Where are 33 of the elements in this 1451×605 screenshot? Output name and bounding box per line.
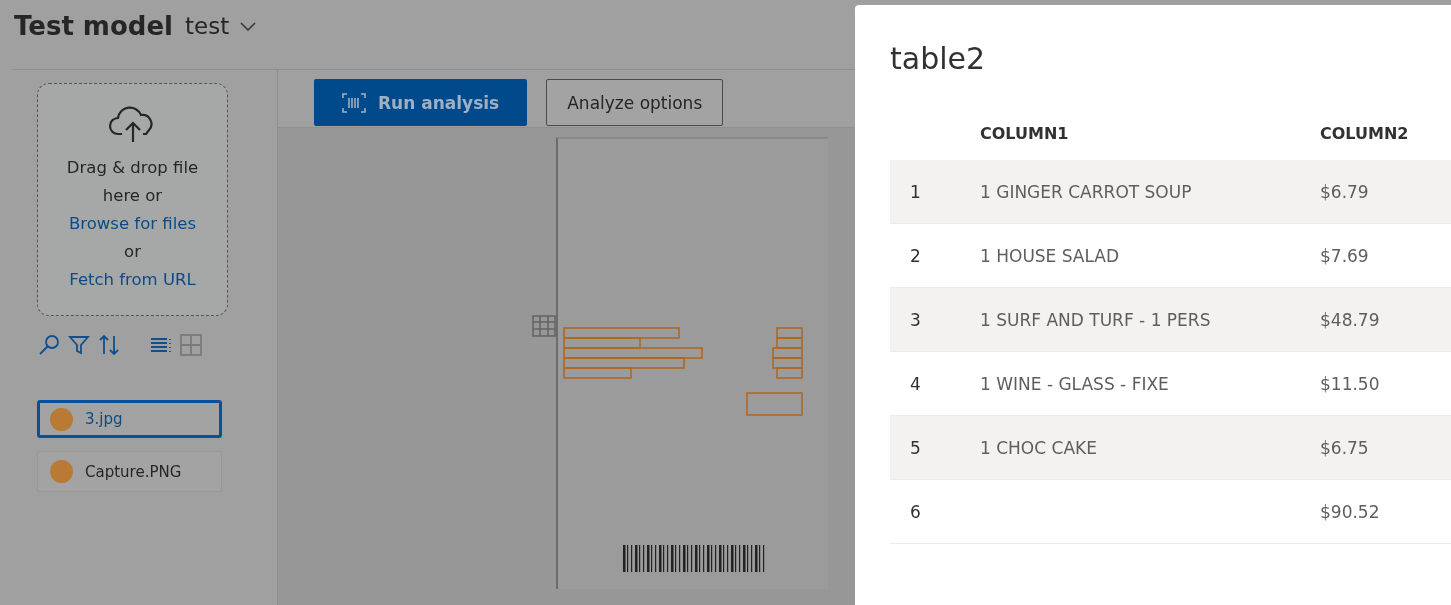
table-icon xyxy=(532,315,556,337)
column-header: COLUMN1 xyxy=(980,124,1070,145)
chevron-down-icon xyxy=(239,20,258,32)
row-number: 1 xyxy=(890,160,980,224)
sort-icon[interactable] xyxy=(97,333,121,357)
table-cell: $48.79 xyxy=(1320,288,1451,352)
browse-link[interactable]: Browse for files xyxy=(69,209,196,238)
panel-title: table2 xyxy=(890,41,987,76)
file-name: Capture.PNG xyxy=(85,462,182,481)
fetch-url-link[interactable]: Fetch from URL xyxy=(69,265,196,294)
upload-dropzone[interactable]: Drag & drop file here or Browse for files or Fetch from URL xyxy=(37,83,228,316)
table-cell: 1 GINGER CARROT SOUP xyxy=(980,160,1320,224)
run-analysis-button[interactable]: Run analysis xyxy=(314,79,528,126)
table-cell: 1 SURF AND TURF - 1 PERS xyxy=(980,288,1320,352)
upload-text: Drag & drop file xyxy=(66,156,199,179)
filter-icon[interactable] xyxy=(67,333,91,357)
table-cell: $6.75 xyxy=(1320,416,1451,480)
upload-text: here or xyxy=(102,184,163,207)
column-header: COLUMN2 xyxy=(1320,124,1410,145)
model-dropdown[interactable]: test xyxy=(185,13,258,39)
table-cell: $6.79 xyxy=(1320,160,1451,224)
file-name: 3.jpg xyxy=(85,410,123,428)
scan-icon xyxy=(342,92,366,113)
upload-text: or xyxy=(124,240,141,263)
file-item[interactable]: Capture.PNG xyxy=(37,451,222,492)
grid-view-icon[interactable] xyxy=(179,333,203,357)
page-title: Test model xyxy=(14,11,173,41)
analyze-options-button[interactable]: Analyze options xyxy=(546,79,724,126)
row-number: 5 xyxy=(890,416,980,480)
table-cell: 1 CHOC CAKE xyxy=(980,416,1320,480)
file-item[interactable]: 3.jpg xyxy=(37,400,222,438)
search-icon[interactable] xyxy=(37,333,61,357)
row-number: 3 xyxy=(890,288,980,352)
